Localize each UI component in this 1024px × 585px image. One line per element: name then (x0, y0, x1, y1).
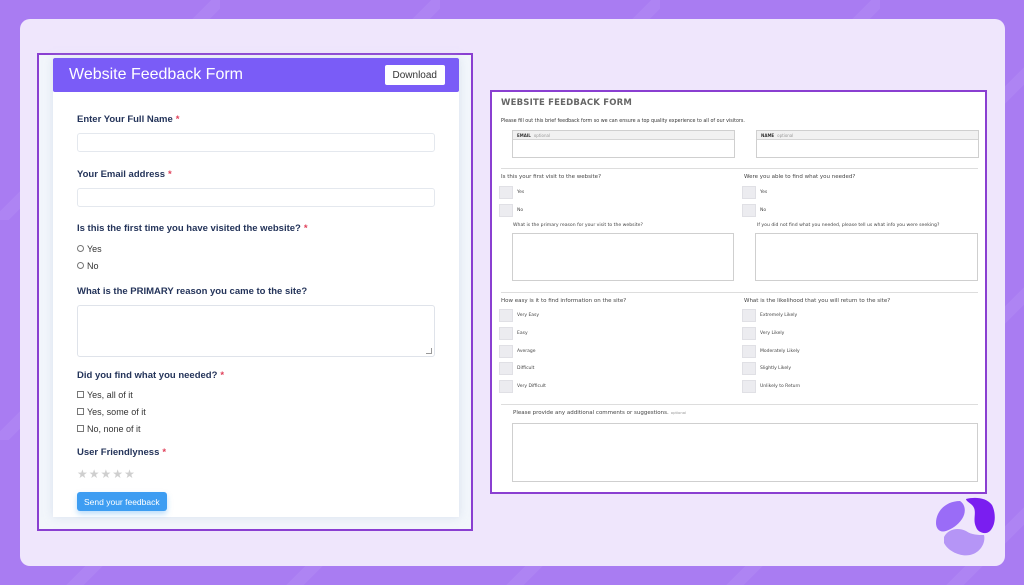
star-icon[interactable]: ★ (89, 468, 100, 480)
web-form-preview: Website Feedback Form Download Enter You… (37, 53, 473, 531)
info-seeking-question: If you did not find what you needed, ple… (757, 223, 940, 228)
first-visit-question: Is this your first visit to the website? (501, 174, 601, 180)
form-header: Website Feedback Form Download (53, 58, 459, 92)
star-rating[interactable]: ★ ★ ★ ★ ★ (77, 468, 435, 480)
printable-form-title: WEBSITE FEEDBACK FORM (501, 98, 633, 108)
divider (501, 292, 978, 293)
checkbox[interactable] (499, 186, 513, 199)
checkbox[interactable] (742, 362, 756, 375)
return-option[interactable]: Very Likely (742, 327, 784, 340)
checkbox[interactable] (742, 345, 756, 358)
found-needed-option-yes[interactable]: Yes (742, 186, 767, 199)
checkbox[interactable] (77, 391, 84, 398)
ease-option[interactable]: Difficult (499, 362, 534, 375)
required-marker: * (175, 114, 180, 125)
first-visit-option-yes[interactable]: Yes (77, 240, 435, 257)
checkbox[interactable] (742, 186, 756, 199)
return-option[interactable]: Moderately Likely (742, 345, 800, 358)
star-icon[interactable]: ★ (124, 468, 135, 480)
form-title: Website Feedback Form (69, 66, 243, 83)
checkbox[interactable] (77, 408, 84, 415)
return-option[interactable]: Extremely Likely (742, 309, 797, 322)
checkbox[interactable] (499, 345, 513, 358)
checkbox[interactable] (499, 327, 513, 340)
required-marker: * (162, 447, 167, 458)
first-visit-option-no[interactable]: No (499, 204, 523, 217)
checkbox[interactable] (742, 309, 756, 322)
return-option[interactable]: Unlikely to Return (742, 380, 800, 393)
name-box[interactable]: NAME optional (756, 130, 979, 158)
checkbox[interactable] (499, 309, 513, 322)
full-name-label: Enter Your Full Name * (77, 114, 180, 125)
full-name-input[interactable] (77, 133, 435, 152)
checkbox[interactable] (499, 380, 513, 393)
email-label: Your Email address * (77, 169, 172, 180)
first-visit-option-yes[interactable]: Yes (499, 186, 524, 199)
required-marker: * (168, 169, 172, 180)
found-needed-question: Were you able to find what you needed? (744, 174, 856, 180)
found-needed-label: Did you find what you needed? * (77, 370, 225, 381)
optional-hint: optional (777, 133, 794, 138)
star-icon[interactable]: ★ (112, 468, 123, 480)
checkbox[interactable] (742, 204, 756, 217)
optional-hint: optional (670, 410, 687, 415)
email-box-label: EMAIL (517, 133, 531, 138)
return-question: What is the likelihood that you will ret… (744, 298, 891, 304)
checkbox[interactable] (499, 204, 513, 217)
web-form: Website Feedback Form Download Enter You… (53, 58, 459, 517)
logo-segment (936, 501, 965, 532)
optional-hint: optional (533, 133, 551, 138)
radio-button[interactable] (77, 245, 84, 252)
primary-reason-label: What is the PRIMARY reason you came to t… (77, 286, 308, 297)
ease-option[interactable]: Average (499, 345, 535, 358)
ease-question: How easy is it to find information on th… (501, 298, 627, 304)
ease-option[interactable]: Easy (499, 327, 528, 340)
ease-option[interactable]: Very Difficult (499, 380, 546, 393)
found-needed-option-no[interactable]: No (742, 204, 766, 217)
printable-form-preview: WEBSITE FEEDBACK FORM Please fill out th… (490, 90, 987, 494)
email-input[interactable] (77, 188, 435, 207)
checkbox[interactable] (499, 362, 513, 375)
found-option-none[interactable]: No, none of it (77, 420, 435, 437)
comments-textarea[interactable] (512, 423, 978, 482)
star-icon[interactable]: ★ (77, 468, 88, 480)
printable-form-subtitle: Please fill out this brief feedback form… (501, 119, 745, 124)
checkbox[interactable] (742, 380, 756, 393)
primary-reason-textarea[interactable] (512, 233, 734, 281)
download-button[interactable]: Download (384, 65, 445, 85)
checkbox[interactable] (742, 327, 756, 340)
name-box-label: NAME (761, 133, 775, 138)
send-feedback-button[interactable]: Send your feedback (77, 492, 167, 511)
logo-segment (944, 529, 985, 556)
comments-question: Please provide any additional comments o… (513, 410, 687, 416)
resize-handle-icon[interactable] (426, 348, 432, 354)
radio-button[interactable] (77, 262, 84, 269)
star-icon[interactable]: ★ (101, 468, 112, 480)
email-box[interactable]: EMAIL optional (512, 130, 735, 158)
divider (501, 404, 978, 405)
user-friendliness-label: User Friendlyness * (77, 447, 167, 458)
found-option-all[interactable]: Yes, all of it (77, 386, 435, 403)
first-visit-label: Is this the first time you have visited … (77, 223, 308, 234)
ease-option[interactable]: Very Easy (499, 309, 539, 322)
return-option[interactable]: Slightly Likely (742, 362, 791, 375)
required-marker: * (220, 370, 225, 381)
divider (501, 168, 978, 169)
info-seeking-textarea[interactable] (755, 233, 978, 281)
required-marker: * (303, 223, 308, 234)
found-option-some[interactable]: Yes, some of it (77, 403, 435, 420)
primary-reason-textarea[interactable] (77, 305, 435, 357)
checkbox[interactable] (77, 425, 84, 432)
logo-segment (966, 497, 995, 534)
brand-logo-icon (936, 497, 995, 556)
primary-reason-question: What is the primary reason for your visi… (513, 223, 643, 228)
first-visit-option-no[interactable]: No (77, 257, 435, 274)
